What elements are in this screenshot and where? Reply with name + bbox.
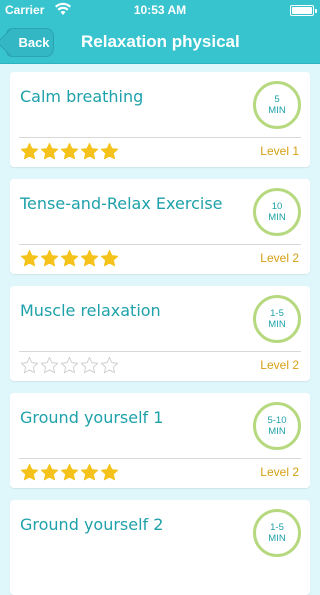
- star-rating[interactable]: [20, 142, 119, 161]
- duration-unit: MIN: [268, 212, 286, 223]
- page-title: Relaxation physical: [81, 32, 240, 51]
- exercise-title: Tense-and-Relax Exercise: [20, 194, 223, 213]
- exercise-card[interactable]: Ground yourself 2 1-5 MIN: [10, 500, 310, 595]
- star-filled-icon: [40, 463, 59, 481]
- level-label: Level 2: [260, 358, 299, 372]
- star-empty-icon: [80, 356, 99, 374]
- star-rating[interactable]: [20, 249, 119, 268]
- exercise-card[interactable]: Muscle relaxation 1-5 MIN Level 2: [10, 286, 310, 381]
- exercise-card[interactable]: Ground yourself 1 5-10 MIN Level 2: [10, 393, 310, 488]
- divider: [19, 244, 301, 245]
- star-empty-icon: [20, 356, 39, 374]
- star-rating[interactable]: [20, 463, 119, 482]
- star-filled-icon: [80, 463, 99, 481]
- star-empty-icon: [100, 356, 119, 374]
- duration-badge: 5-10 MIN: [253, 402, 301, 450]
- level-label: Level 2: [260, 251, 299, 265]
- duration-unit: MIN: [268, 533, 286, 544]
- duration-value: 1-5: [270, 522, 284, 533]
- duration-badge: 10 MIN: [253, 188, 301, 236]
- level-label: Level 2: [260, 465, 299, 479]
- duration-value: 5-10: [267, 415, 287, 426]
- duration-value: 1-5: [270, 308, 284, 319]
- duration-badge: 1-5 MIN: [253, 509, 301, 557]
- star-empty-icon: [60, 356, 79, 374]
- star-filled-icon: [60, 142, 79, 160]
- exercise-card[interactable]: Tense-and-Relax Exercise 10 MIN Level 2: [10, 179, 310, 274]
- star-filled-icon: [100, 463, 119, 481]
- back-button[interactable]: Back: [0, 27, 54, 58]
- exercise-card[interactable]: Calm breathing 5 MIN Level 1: [10, 72, 310, 167]
- divider: [19, 458, 301, 459]
- exercise-title: Ground yourself 2: [20, 515, 164, 534]
- star-empty-icon: [40, 356, 59, 374]
- star-filled-icon: [40, 249, 59, 267]
- duration-badge: 1-5 MIN: [253, 295, 301, 343]
- star-filled-icon: [60, 463, 79, 481]
- star-filled-icon: [60, 249, 79, 267]
- star-filled-icon: [20, 249, 39, 267]
- battery-icon: [290, 5, 317, 16]
- exercise-title: Muscle relaxation: [20, 301, 161, 320]
- clock: 10:53 AM: [133, 3, 187, 17]
- star-filled-icon: [80, 142, 99, 160]
- star-filled-icon: [40, 142, 59, 160]
- star-filled-icon: [20, 463, 39, 481]
- duration-badge: 5 MIN: [253, 81, 301, 129]
- level-label: Level 1: [260, 144, 299, 158]
- duration-unit: MIN: [268, 105, 286, 116]
- divider: [19, 351, 301, 352]
- back-button-label: Back: [18, 35, 50, 50]
- star-filled-icon: [20, 142, 39, 160]
- star-filled-icon: [80, 249, 99, 267]
- star-rating[interactable]: [20, 356, 119, 375]
- navigation-bar: Back Relaxation physical: [0, 20, 320, 64]
- duration-unit: MIN: [268, 426, 286, 437]
- exercise-title: Ground yourself 1: [20, 408, 164, 427]
- exercise-title: Calm breathing: [20, 87, 144, 106]
- star-filled-icon: [100, 249, 119, 267]
- status-bar: Carrier 10:53 AM: [0, 0, 320, 20]
- duration-unit: MIN: [268, 319, 286, 330]
- duration-value: 10: [271, 201, 283, 212]
- duration-value: 5: [274, 94, 280, 105]
- star-filled-icon: [100, 142, 119, 160]
- divider: [19, 137, 301, 138]
